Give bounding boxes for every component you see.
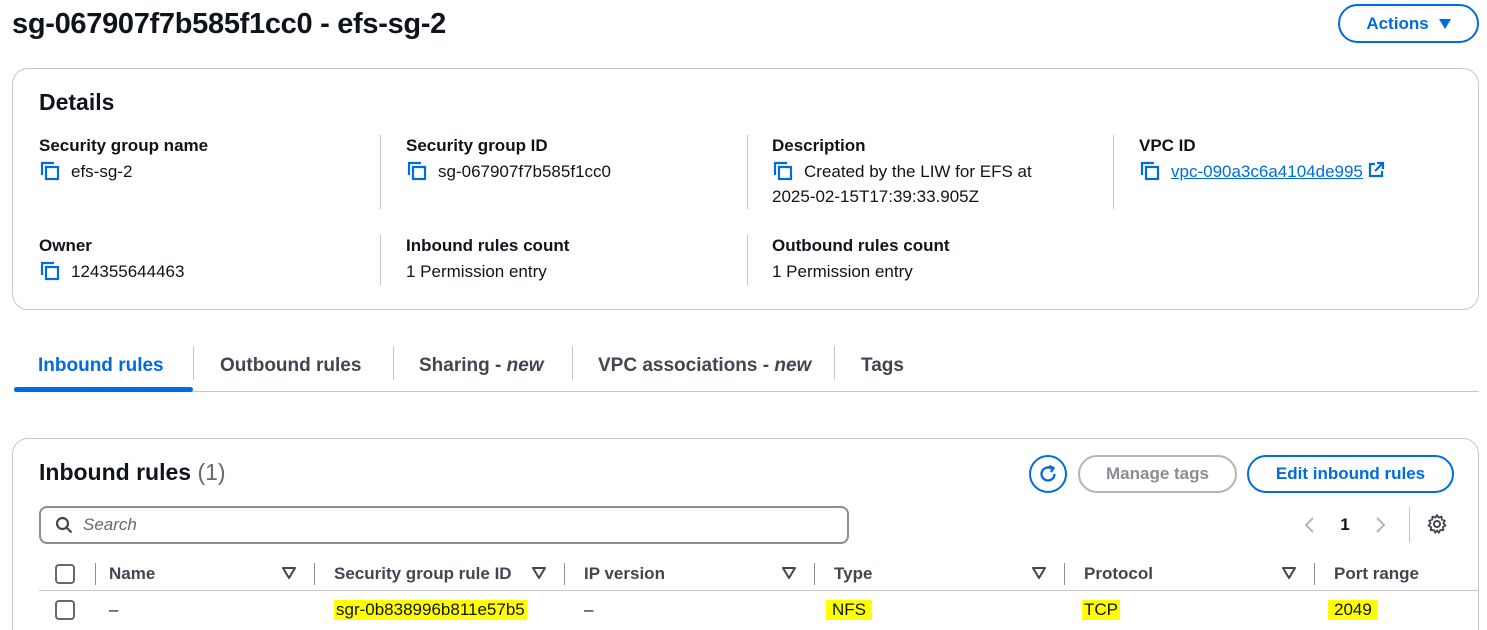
security-group-id-label: Security group ID (406, 136, 548, 155)
vpc-id-field: VPC ID vpc-090a3c6a4104de995 (1139, 135, 1385, 184)
tab-divider (393, 346, 394, 380)
column-header-rule-id[interactable]: Security group rule ID (334, 557, 512, 591)
inbound-rules-panel: Inbound rules (1) Manage tags Edit inbou… (12, 438, 1479, 630)
page-title: sg-067907f7b585f1cc0 - efs-sg-2 (12, 8, 446, 40)
column-header-type[interactable]: Type (834, 557, 872, 591)
edit-inbound-rules-button[interactable]: Edit inbound rules (1247, 455, 1454, 493)
column-divider (95, 563, 96, 585)
chevron-right-icon[interactable] (1373, 516, 1387, 534)
external-link-icon[interactable] (1367, 161, 1385, 179)
column-header-port-range[interactable]: Port range (1334, 557, 1419, 591)
owner-value: 124355644463 (71, 262, 185, 281)
details-panel: Details Security group name efs-sg-2 Sec… (12, 68, 1479, 310)
gear-icon[interactable] (1426, 513, 1448, 535)
pagination: 1 (1303, 509, 1387, 541)
column-divider (1064, 563, 1065, 585)
tab-vpc-associations[interactable]: VPC associations - new (598, 340, 811, 392)
table-row[interactable]: – sgr-0b838996b811e57b5 – NFS TCP 2049 (39, 593, 1479, 627)
sort-icon[interactable] (282, 566, 296, 580)
divider (1113, 135, 1114, 209)
tab-sharing[interactable]: Sharing - new (419, 340, 544, 392)
tab-tags[interactable]: Tags (861, 340, 904, 392)
copy-icon[interactable] (1139, 160, 1161, 182)
inbound-rules-count-field: Inbound rules count 1 Permission entry (406, 235, 569, 284)
column-divider (1314, 563, 1315, 585)
column-divider (564, 563, 565, 585)
divider (380, 235, 381, 285)
copy-icon[interactable] (772, 160, 794, 182)
search-input[interactable] (83, 515, 823, 535)
inbound-rules-count: (1) (197, 459, 226, 485)
description-label: Description (772, 136, 866, 155)
outbound-rules-count-label: Outbound rules count (772, 236, 950, 255)
outbound-rules-count-value: 1 Permission entry (772, 262, 913, 281)
tab-divider (572, 346, 573, 380)
tab-inbound-rules[interactable]: Inbound rules (38, 340, 164, 392)
active-tab-indicator (14, 387, 193, 392)
actions-button[interactable]: Actions (1338, 4, 1479, 43)
tab-bar: Inbound rules Outbound rules Sharing - n… (14, 340, 1479, 392)
tab-divider (193, 346, 194, 380)
vpc-id-label: VPC ID (1139, 136, 1196, 155)
sort-icon[interactable] (1032, 566, 1046, 580)
description-value-line2: 2025-02-15T17:39:33.905Z (772, 187, 979, 206)
owner-label: Owner (39, 236, 92, 255)
cell-type: NFS (826, 600, 872, 620)
divider (747, 135, 748, 209)
owner-field: Owner 124355644463 (39, 235, 184, 284)
vpc-id-link[interactable]: vpc-090a3c6a4104de995 (1171, 162, 1363, 181)
copy-icon[interactable] (39, 260, 61, 282)
refresh-button[interactable] (1029, 455, 1067, 493)
refresh-icon (1040, 464, 1056, 482)
manage-tags-button[interactable]: Manage tags (1078, 455, 1237, 493)
column-header-ip-version[interactable]: IP version (584, 557, 665, 591)
description-value-line1: Created by the LIW for EFS at (804, 162, 1032, 181)
security-group-name-field: Security group name efs-sg-2 (39, 135, 208, 184)
security-group-id-value: sg-067907f7b585f1cc0 (438, 162, 611, 181)
inbound-rules-count-label: Inbound rules count (406, 236, 570, 255)
security-group-name-label: Security group name (39, 136, 209, 155)
inbound-rules-count-value: 1 Permission entry (406, 262, 547, 281)
column-header-name[interactable]: Name (109, 557, 155, 591)
security-group-id-field: Security group ID sg-067907f7b585f1cc0 (406, 135, 611, 184)
chevron-left-icon[interactable] (1303, 516, 1317, 534)
cell-name: – (109, 600, 119, 619)
divider (380, 135, 381, 209)
cell-rule-id: sgr-0b838996b811e57b5 (334, 600, 527, 620)
search-box (39, 506, 849, 544)
cell-protocol: TCP (1082, 600, 1120, 620)
column-header-protocol[interactable]: Protocol (1084, 557, 1153, 591)
caret-down-icon (1438, 18, 1451, 29)
copy-icon[interactable] (406, 160, 428, 182)
sort-icon[interactable] (782, 566, 796, 580)
actions-button-label: Actions (1366, 13, 1429, 33)
outbound-rules-count-field: Outbound rules count 1 Permission entry (772, 235, 950, 284)
sort-icon[interactable] (1282, 566, 1296, 580)
description-field: Description Created by the LIW for EFS a… (772, 135, 1032, 209)
details-heading: Details (39, 89, 115, 115)
search-icon (55, 516, 73, 534)
security-group-name-value: efs-sg-2 (71, 162, 133, 181)
copy-icon[interactable] (39, 160, 61, 182)
cell-ip-version: – (584, 600, 594, 619)
sort-icon[interactable] (532, 566, 546, 580)
current-page[interactable]: 1 (1331, 515, 1359, 535)
select-all-checkbox[interactable] (55, 564, 75, 584)
inbound-rules-heading: Inbound rules (1) (39, 459, 226, 485)
column-divider (814, 563, 815, 585)
tab-divider (834, 346, 835, 380)
pager-divider (1409, 507, 1410, 543)
row-checkbox[interactable] (55, 600, 75, 620)
tab-outbound-rules[interactable]: Outbound rules (220, 340, 361, 392)
table-header: Name Security group rule ID IP version T… (39, 557, 1479, 591)
divider (747, 235, 748, 285)
cell-port-range: 2049 (1328, 600, 1378, 620)
column-divider (314, 563, 315, 585)
